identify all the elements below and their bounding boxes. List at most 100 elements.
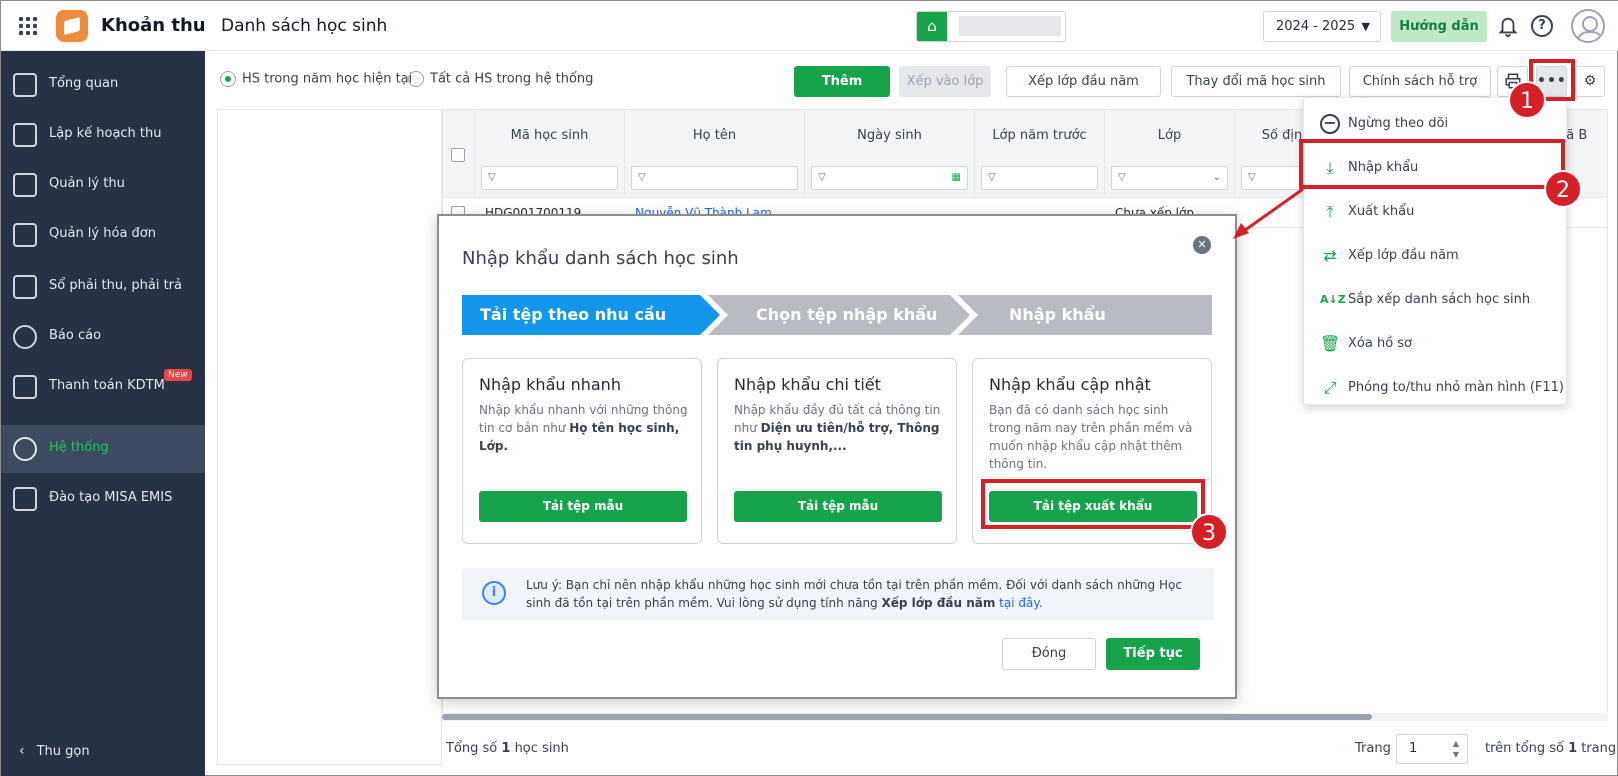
download-template-button[interactable]: Tải tệp mẫu bbox=[734, 491, 942, 522]
page-value: 1 bbox=[1409, 741, 1418, 756]
calendar-money-icon bbox=[13, 123, 37, 147]
menu-item-fullscreen[interactable]: ⤢ Phóng to/thu nhỏ màn hình (F11) bbox=[1304, 366, 1568, 410]
sidebar-item-payment[interactable]: Thanh toán KDTM New bbox=[1, 363, 205, 411]
menu-item-arrange-start-year[interactable]: ⇄ Xếp lớp đầu năm bbox=[1304, 234, 1568, 278]
menu-item-delete-profile[interactable]: 🗑 Xóa hồ sơ bbox=[1304, 322, 1568, 366]
new-badge: New bbox=[164, 369, 192, 381]
apps-grid-icon[interactable] bbox=[19, 17, 37, 35]
ledger-icon bbox=[13, 275, 37, 299]
menu-item-export[interactable]: ⤒ Xuất khẩu bbox=[1304, 190, 1568, 234]
help-icon[interactable]: ? bbox=[1531, 15, 1553, 37]
sidebar-item-ledger[interactable]: Sổ phải thu, phải trả bbox=[1, 263, 205, 311]
annotation-step-2: 2 bbox=[1544, 170, 1582, 208]
sidebar-item-label: Hệ thống bbox=[49, 440, 109, 455]
radio-current-year[interactable]: HS trong năm học hiện tại bbox=[220, 71, 412, 87]
menu-item-label: Ngừng theo dõi bbox=[1348, 116, 1449, 131]
school-year-value: 2024 - 2025 bbox=[1276, 19, 1356, 34]
download-template-button[interactable]: Tải tệp mẫu bbox=[479, 491, 687, 522]
radio-all-students[interactable]: Tất cả HS trong hệ thống bbox=[408, 71, 593, 87]
sidebar-item-system[interactable]: Hệ thống bbox=[1, 425, 205, 473]
minus-circle-icon: − bbox=[1320, 114, 1340, 134]
app-logo bbox=[56, 10, 88, 42]
continue-button[interactable]: Tiếp tục bbox=[1106, 638, 1200, 670]
school-selector[interactable]: ⌂ bbox=[916, 11, 1066, 42]
sidebar-collapse-button[interactable]: ‹ Thu gọn bbox=[19, 743, 90, 759]
card-title: Nhập khẩu nhanh bbox=[479, 375, 621, 394]
column-header-label: Lớp bbox=[1157, 128, 1182, 143]
horizontal-scrollbar[interactable] bbox=[442, 713, 1608, 721]
sidebar-item-label: Lập kế hoạch thu bbox=[49, 126, 162, 141]
total-pages: trên tổng số 1 trang bbox=[1485, 741, 1616, 756]
select-all-checkbox[interactable] bbox=[451, 148, 465, 162]
note-text: Lưu ý: Bạn chỉ nên nhập khẩu những học s… bbox=[526, 576, 1206, 612]
users-swap-icon: ⇄ bbox=[1323, 246, 1337, 265]
highlight-import-item bbox=[1299, 139, 1565, 189]
annotation-step-1: 1 bbox=[1508, 81, 1546, 119]
column-previous-class: Lớp năm trước ▽ bbox=[975, 110, 1105, 198]
filter-input[interactable]: ▽ bbox=[481, 166, 618, 190]
modal-title: Nhập khẩu danh sách học sinh bbox=[462, 248, 739, 269]
menu-item-label: Sắp xếp danh sách học sinh bbox=[1348, 292, 1531, 307]
sidebar-item-overview[interactable]: Tổng quan bbox=[1, 61, 205, 109]
radio-label: Tất cả HS trong hệ thống bbox=[430, 71, 594, 87]
card-desc-text: Bạn đã có danh sách học sinh trong năm n… bbox=[989, 403, 1193, 471]
annotation-step-3: 3 bbox=[1190, 513, 1228, 551]
column-class: Lớp ▽ ⌄ bbox=[1105, 110, 1235, 198]
app-title: Khoản thu bbox=[101, 15, 206, 36]
arrange-start-year-button[interactable]: Xếp lớp đầu năm bbox=[1006, 66, 1161, 97]
filter-input[interactable]: ▽ ▦ bbox=[811, 166, 968, 190]
filter-input[interactable]: ▽ bbox=[981, 166, 1098, 190]
menu-item-label: Xếp lớp đầu năm bbox=[1348, 248, 1459, 263]
step-label: Tải tệp theo nhu cầu bbox=[480, 305, 667, 324]
sidebar-item-label: Đào tạo MISA EMIS bbox=[49, 490, 173, 505]
sidebar-item-reports[interactable]: Báo cáo bbox=[1, 313, 205, 361]
column-header-label: Lớp năm trước bbox=[992, 128, 1087, 143]
bell-icon[interactable] bbox=[1497, 15, 1519, 37]
change-student-code-button[interactable]: Thay đổi mã học sinh bbox=[1171, 66, 1341, 97]
sidebar-item-collection[interactable]: Quản lý thu bbox=[1, 161, 205, 209]
import-modal: Nhập khẩu danh sách học sinh ✕ Tải tệp t… bbox=[437, 214, 1237, 699]
settings-button[interactable]: ⚙ bbox=[1575, 66, 1605, 97]
stepper-icon[interactable]: ▲ ▼ bbox=[1453, 738, 1459, 760]
filter-select[interactable]: ▽ ⌄ bbox=[1111, 166, 1228, 190]
column-student-code: Mã học sinh ▽ bbox=[475, 110, 625, 198]
chart-icon bbox=[13, 73, 37, 97]
gear-icon bbox=[13, 437, 37, 461]
page-number-input[interactable]: 1 ▲ ▼ bbox=[1396, 734, 1468, 764]
card-desc-bold: Diện ưu tiên/hỗ trợ, Thông tin phụ huynh… bbox=[734, 421, 940, 453]
sidebar: Tổng quan Lập kế hoạch thu Quản lý thu Q… bbox=[1, 51, 205, 776]
avatar[interactable] bbox=[1571, 9, 1605, 43]
calendar-icon: ▦ bbox=[951, 172, 961, 183]
note-link[interactable]: tại đây. bbox=[999, 596, 1042, 610]
top-header: Khoản thu Danh sách học sinh ⌂ 2024 - 20… bbox=[1, 1, 1618, 51]
radio-dot bbox=[408, 71, 424, 87]
hand-money-icon bbox=[13, 173, 37, 197]
card-icon bbox=[13, 375, 37, 399]
sidebar-item-invoices[interactable]: Quản lý hóa đơn bbox=[1, 211, 205, 259]
menu-item-sort-students[interactable]: A↓Z Sắp xếp danh sách học sinh bbox=[1304, 278, 1568, 322]
pie-chart-icon bbox=[13, 325, 37, 349]
assign-class-button[interactable]: Xếp vào lớp bbox=[899, 66, 991, 97]
book-icon bbox=[13, 487, 37, 511]
column-full-name: Họ tên ▽ bbox=[625, 110, 805, 198]
radio-dot bbox=[220, 71, 236, 87]
scrollbar-thumb[interactable] bbox=[442, 714, 1372, 720]
home-icon: ⌂ bbox=[917, 12, 947, 41]
close-button[interactable]: Đóng bbox=[1002, 638, 1096, 670]
sidebar-item-training[interactable]: Đào tạo MISA EMIS bbox=[1, 475, 205, 523]
highlight-export-file-button bbox=[981, 479, 1205, 529]
sidebar-item-label: Quản lý thu bbox=[49, 176, 125, 191]
sidebar-item-plan[interactable]: Lập kế hoạch thu bbox=[1, 111, 205, 159]
guide-button[interactable]: Hướng dẫn bbox=[1391, 11, 1487, 42]
add-button[interactable]: Thêm bbox=[794, 66, 890, 97]
support-policy-button[interactable]: Chính sách hỗ trợ bbox=[1349, 66, 1491, 97]
step-label: Nhập khẩu bbox=[1009, 305, 1106, 324]
close-icon[interactable]: ✕ bbox=[1193, 236, 1211, 254]
column-header-label: Mã học sinh bbox=[510, 128, 589, 143]
filter-input[interactable]: ▽ bbox=[631, 166, 798, 190]
sort-az-icon: A↓Z bbox=[1320, 293, 1346, 306]
radio-label: HS trong năm học hiện tại bbox=[242, 71, 413, 87]
card-title: Nhập khẩu cập nhật bbox=[989, 375, 1151, 394]
school-year-select[interactable]: 2024 - 2025 ▼ bbox=[1263, 11, 1381, 42]
school-name-redacted bbox=[959, 16, 1061, 36]
